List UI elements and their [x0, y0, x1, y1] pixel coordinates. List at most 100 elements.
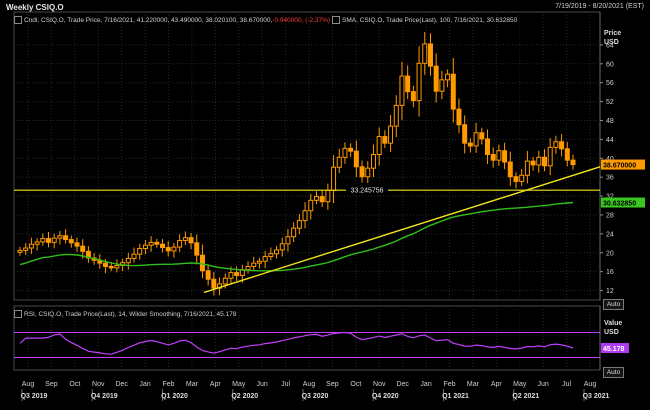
month-label: Apr: [491, 381, 503, 388]
candle-body: [308, 199, 314, 212]
price-tick-label: 20: [606, 250, 614, 257]
price-tick-label: 48: [606, 118, 614, 125]
candle-body: [439, 79, 445, 92]
quarter-label: Q3 2020: [302, 393, 329, 400]
month-label: Mar: [186, 381, 199, 388]
month-label: Dec: [115, 381, 128, 388]
candle-body: [553, 141, 559, 148]
candle-body: [262, 256, 268, 262]
candle-legend-change: -0.940000, (-2.37%): [272, 16, 331, 24]
candle-body: [40, 238, 46, 243]
quarter-label: Q4 2020: [372, 393, 399, 400]
candle-body: [165, 247, 171, 252]
candle-body: [484, 138, 490, 155]
month-label: Oct: [69, 381, 80, 388]
candle-body: [125, 257, 131, 264]
quarter-label: Q3 2019: [21, 393, 48, 400]
quarter-label: Q1 2021: [442, 393, 469, 400]
price-tick-label: 60: [606, 61, 614, 68]
candle-body: [131, 253, 137, 259]
price-tick-label: 44: [606, 137, 614, 144]
quarter-label: Q1 2020: [161, 393, 188, 400]
candle-body: [313, 196, 319, 201]
rsi-axis-unit: USD: [604, 329, 619, 336]
month-label: Feb: [162, 381, 174, 388]
price-tick-label: 24: [606, 231, 614, 238]
chart-canvas: 1216202428323640444852566064Aug Sep Oct Nov…: [13, 11, 645, 401]
candle-body: [348, 147, 354, 152]
month-label: Feb: [443, 381, 455, 388]
month-label: Aug: [22, 381, 35, 388]
month-label: Dec: [396, 381, 409, 388]
rsi-legend-checkbox[interactable]: [14, 310, 22, 318]
candle-body: [410, 91, 416, 102]
candle-body: [382, 136, 388, 144]
candle-body: [222, 277, 228, 285]
candle-body: [496, 150, 502, 161]
sma-tag: 30.632850: [603, 201, 636, 208]
candle-body: [34, 241, 40, 245]
candle-body: [291, 227, 297, 238]
quarter-label: Q2 2021: [512, 393, 539, 400]
price-tick-label: 52: [606, 99, 614, 106]
candle-legend-checkbox[interactable]: [14, 16, 22, 24]
candle-body: [331, 166, 337, 191]
price-tick-label: 56: [606, 80, 614, 87]
price-tick-label: 36: [606, 175, 614, 182]
candle-body: [177, 239, 183, 248]
price-tick-label: 12: [606, 288, 614, 295]
candle-body: [256, 260, 262, 264]
candle-body: [194, 242, 200, 256]
candle-body: [148, 241, 154, 246]
candle-body: [519, 174, 525, 182]
month-label: Nov: [373, 381, 386, 388]
candle-body: [450, 73, 456, 110]
rsi-legend: RSI, CSIQ.O, Trade Price(Last), 14, Wild…: [14, 310, 236, 320]
candle-body: [353, 150, 359, 168]
candle-legend-text: Cndl, CSIQ.O, Trade Price, 7/16/2021, 41…: [24, 16, 273, 24]
price-axis-unit: USD: [604, 39, 619, 46]
candle-body: [23, 247, 29, 251]
price-panel-frame: [13, 11, 601, 301]
candle-body: [160, 243, 166, 249]
candle-body: [199, 254, 205, 272]
candle-body: [325, 189, 331, 203]
candle-body: [68, 239, 74, 244]
candle-body: [114, 265, 120, 269]
rsi-auto-scale-button[interactable]: Auto: [603, 367, 624, 378]
candle-body: [245, 265, 251, 271]
candle-body: [456, 108, 462, 126]
candle-body: [211, 278, 217, 289]
candle-body: [479, 132, 485, 140]
sma-legend-text: SMA, CSIQ.O, Trade Price(Last), 100, 7/1…: [342, 16, 518, 24]
candle-body: [302, 210, 308, 222]
candle-body: [393, 104, 399, 127]
month-label: Aug: [303, 381, 316, 388]
candle-body: [188, 237, 194, 244]
quarter-label: Q4 2019: [91, 393, 118, 400]
candle-body: [251, 262, 257, 267]
candle-body: [541, 156, 547, 167]
candle-body: [51, 237, 57, 243]
candle-body: [388, 125, 394, 144]
candle-body: [547, 146, 553, 167]
month-label: Jun: [257, 381, 268, 388]
sma-legend: SMA, CSIQ.O, Trade Price(Last), 100, 7/1…: [332, 16, 517, 26]
candle-body: [524, 160, 530, 176]
quarter-label: Q2 2020: [231, 393, 258, 400]
price-auto-scale-button[interactable]: Auto: [603, 299, 624, 310]
month-label: Jun: [538, 381, 549, 388]
price-legend: Cndl, CSIQ.O, Trade Price, 7/16/2021, 41…: [14, 16, 330, 26]
month-label: Jul: [281, 381, 290, 388]
candle-body: [445, 73, 451, 81]
chart-window: Weekly CSIQ.O 7/19/2019 - 8/20/2021 (EST…: [0, 0, 650, 410]
month-label: Apr: [210, 381, 222, 388]
candle-body: [536, 156, 542, 166]
quarter-label: Q3 2021: [583, 393, 610, 400]
candle-body: [154, 241, 160, 245]
sma-line: [19, 201, 574, 272]
sma-legend-checkbox[interactable]: [332, 16, 340, 24]
candle-body: [433, 65, 439, 92]
candle-body: [228, 272, 234, 279]
candle-body: [376, 136, 382, 155]
